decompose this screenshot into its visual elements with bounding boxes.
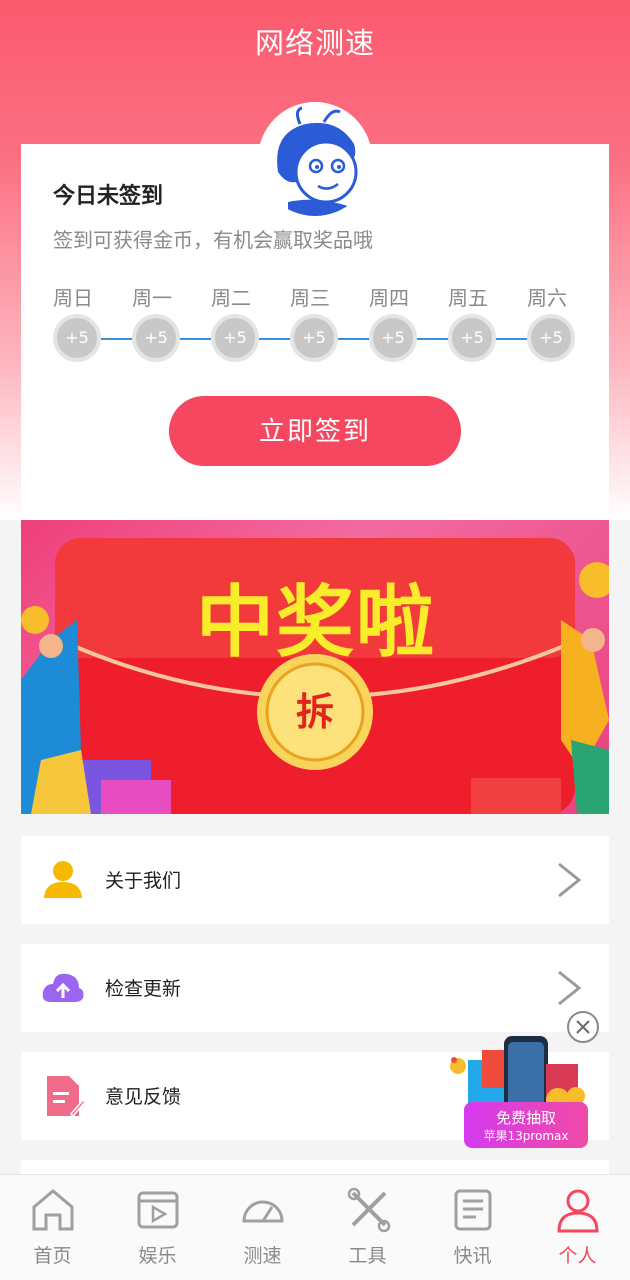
page-title: 网络测速 [254, 26, 375, 60]
cloud-upload-icon [42, 973, 84, 1002]
speedometer-icon [242, 1200, 284, 1223]
day-reward-sun: +5 [53, 314, 101, 362]
day-label-wed: 周三 [290, 286, 330, 310]
news-icon [454, 1189, 492, 1231]
checkin-week: 周日 周一 周二 周三 周四 周五 周六 +5 +5 +5 +5 +5 +5 +… [43, 282, 583, 372]
floating-ad[interactable]: 免费抽取 苹果13promax [446, 1010, 606, 1155]
cartoon-avatar-icon [258, 102, 372, 216]
nav-news[interactable]: 快讯 [420, 1175, 525, 1280]
open-envelope-button[interactable]: 拆 [275, 680, 355, 744]
day-label-fri: 周五 [448, 286, 488, 310]
banner-title: 中奖啦 [195, 578, 436, 668]
lottery-banner[interactable]: 中奖啦 拆 [21, 520, 609, 814]
day-label-sat: 周六 [527, 286, 567, 310]
menu-label-check-update: 检查更新 [105, 978, 182, 1000]
tools-icon [347, 1187, 391, 1233]
checkin-subtitle: 签到可获得金币，有机会赢取奖品哦 [53, 228, 373, 252]
day-reward-wed: +5 [290, 314, 338, 362]
nav-label-speedtest: 测速 [243, 1245, 282, 1267]
nav-label-profile: 个人 [558, 1245, 597, 1267]
nav-profile[interactable]: 个人 [525, 1175, 630, 1280]
nav-tools[interactable]: 工具 [315, 1175, 420, 1280]
nav-label-tools: 工具 [348, 1245, 387, 1267]
day-label-thu: 周四 [369, 286, 409, 310]
day-reward-sat: +5 [527, 314, 575, 362]
user-icon [44, 861, 82, 898]
home-icon [32, 1189, 74, 1231]
video-icon [137, 1191, 179, 1229]
checkin-now-button[interactable]: 立即签到 [169, 396, 461, 466]
nav-label-home: 首页 [33, 1245, 72, 1267]
ad-line-1: 免费抽取 [495, 1109, 556, 1127]
checkin-status-title: 今日未签到 [53, 184, 164, 209]
menu-label-about-us: 关于我们 [105, 870, 182, 892]
day-reward-thu: +5 [369, 314, 417, 362]
nav-label-entertainment: 娱乐 [138, 1245, 177, 1267]
chevron-right-icon [558, 862, 582, 898]
menu-item-about-us[interactable]: 关于我们 [21, 836, 609, 924]
nav-speedtest[interactable]: 测速 [210, 1175, 315, 1280]
person-icon [557, 1189, 599, 1233]
chevron-right-icon [558, 970, 582, 1006]
feedback-icon [47, 1076, 85, 1118]
day-reward-tue: +5 [211, 314, 259, 362]
nav-entertainment[interactable]: 娱乐 [105, 1175, 210, 1280]
day-label-tue: 周二 [211, 286, 251, 310]
day-label-mon: 周一 [132, 286, 172, 310]
bottom-nav: 首页 娱乐 测速 工具 快讯 个人 [0, 1174, 630, 1280]
day-reward-fri: +5 [448, 314, 496, 362]
ad-line-2: 苹果13promax [483, 1129, 569, 1143]
nav-home[interactable]: 首页 [0, 1175, 105, 1280]
day-reward-mon: +5 [132, 314, 180, 362]
avatar[interactable] [258, 102, 372, 216]
menu-label-feedback: 意见反馈 [105, 1086, 182, 1108]
menu-item-partial [21, 1160, 609, 1174]
day-label-sun: 周日 [53, 286, 93, 310]
nav-label-news: 快讯 [453, 1245, 492, 1267]
